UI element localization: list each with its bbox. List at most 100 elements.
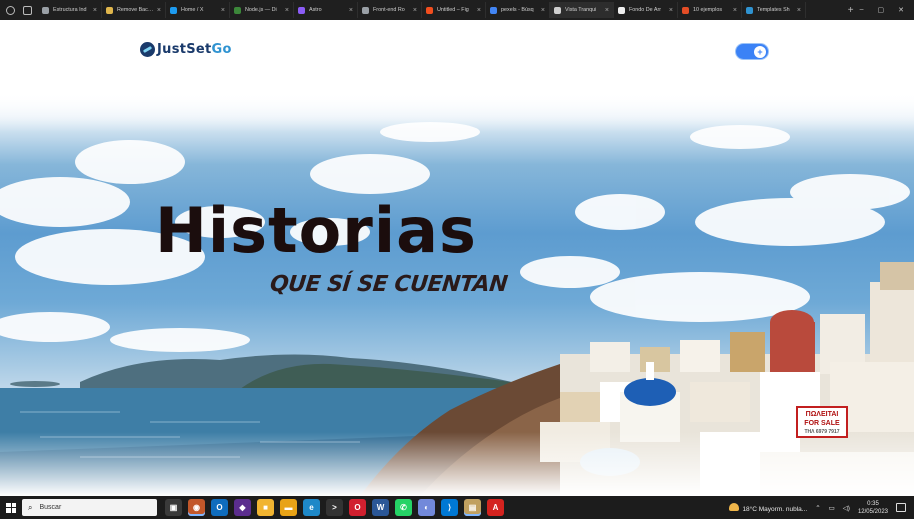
tab-favicon-icon bbox=[746, 6, 753, 14]
tab-label: Astro bbox=[309, 7, 322, 13]
window-controls: – ▢ ✕ bbox=[860, 6, 914, 14]
tab-label: Node.js — Di bbox=[245, 7, 277, 13]
browser-tab[interactable]: Home / X × bbox=[166, 2, 230, 18]
tab-label: Untitled – Fig bbox=[437, 7, 469, 13]
tab-close-icon[interactable]: × bbox=[349, 7, 353, 14]
site-logo[interactable]: JustSetGo bbox=[140, 42, 232, 57]
logo-text: JustSetGo bbox=[157, 42, 232, 57]
tab-close-icon[interactable]: × bbox=[221, 7, 225, 14]
browser-tab[interactable]: Vista Tranqui × bbox=[550, 2, 614, 18]
tab-label: Front-end Ro bbox=[373, 7, 405, 13]
tab-favicon-icon bbox=[682, 6, 689, 14]
tab-close-icon[interactable]: × bbox=[669, 7, 673, 14]
search-icon: ⌕ bbox=[28, 502, 33, 512]
browser-tab[interactable]: Templates Sh × bbox=[742, 2, 806, 18]
photos-app-icon[interactable]: ◉ bbox=[188, 499, 205, 516]
tab-close-icon[interactable]: × bbox=[93, 7, 97, 14]
tab-label: Vista Tranqui bbox=[565, 7, 597, 13]
tab-close-icon[interactable]: × bbox=[541, 7, 545, 14]
tab-close-icon[interactable]: × bbox=[605, 7, 609, 14]
browser-tab[interactable]: Node.js — Di × bbox=[230, 2, 294, 18]
web-page: JustSetGo + Historias QUE SÍ SE CUENTAN … bbox=[0, 20, 914, 496]
explorer-app-icon[interactable]: ▬ bbox=[280, 499, 297, 516]
network-icon[interactable]: ▭ bbox=[829, 504, 835, 512]
volume-icon[interactable]: ◁) bbox=[843, 504, 850, 512]
browser-tab[interactable]: pexels - Búsq × bbox=[486, 2, 550, 18]
browser-tab[interactable]: Astro × bbox=[294, 2, 358, 18]
tray-chevron-icon[interactable]: ⌃ bbox=[815, 504, 820, 512]
browser-tab[interactable]: Fondo De Arr × bbox=[614, 2, 678, 18]
theme-toggle[interactable]: + bbox=[735, 43, 769, 60]
tab-label: Remove Backgr bbox=[117, 7, 155, 13]
logo-text-part2: Go bbox=[211, 42, 232, 57]
tab-close-icon[interactable]: × bbox=[733, 7, 737, 14]
new-tab-button[interactable]: + bbox=[842, 5, 860, 16]
system-tray: 18°C Mayorm. nubla... ⌃ ▭ ◁) 0:35 12/05/… bbox=[729, 500, 914, 516]
windows-taskbar: ⌕ Buscar ▣ ◉ O ◆ ■ ▬ e > O W ✆ ◐ ⟩ ▤ A 18°C Mayorm. nu… bbox=[0, 496, 914, 519]
tab-favicon-icon bbox=[426, 6, 433, 14]
acrobat-app-icon[interactable]: A bbox=[487, 499, 504, 516]
outlook-app-icon[interactable]: O bbox=[211, 499, 228, 516]
maximize-button[interactable]: ▢ bbox=[878, 6, 885, 14]
tab-label: pexels - Búsq bbox=[501, 7, 534, 13]
tab-favicon-icon bbox=[298, 6, 305, 14]
opera-app-icon[interactable]: O bbox=[349, 499, 366, 516]
taskbar-apps: ▣ ◉ O ◆ ■ ▬ e > O W ✆ ◐ ⟩ ▤ A bbox=[165, 499, 504, 516]
tab-close-icon[interactable]: × bbox=[477, 7, 481, 14]
browser-tab[interactable]: Estructura Ind × bbox=[38, 2, 102, 18]
notifications-icon[interactable] bbox=[896, 503, 906, 512]
for-sale-sign: ΠΩΛΕΙΤΑΙ FOR SALE ΤΗΛ 6979 7917 bbox=[796, 406, 848, 438]
browser-tab[interactable]: Untitled – Fig × bbox=[422, 2, 486, 18]
logo-text-part1: JustSet bbox=[157, 42, 212, 57]
tab-close-icon[interactable]: × bbox=[797, 7, 801, 14]
browser-tab[interactable]: 10 ejemplos × bbox=[678, 2, 742, 18]
tab-favicon-icon bbox=[618, 6, 625, 14]
minimize-button[interactable]: – bbox=[860, 6, 864, 14]
tab-favicon-icon bbox=[106, 6, 113, 14]
browser-tab[interactable]: Remove Backgr × bbox=[102, 2, 166, 18]
hero-title: Historias bbox=[155, 194, 477, 267]
app-purple-app-icon[interactable]: ◆ bbox=[234, 499, 251, 516]
weather-widget[interactable]: 18°C Mayorm. nubla... bbox=[729, 502, 808, 513]
edge-app-icon[interactable]: e bbox=[303, 499, 320, 516]
whatsapp-app-icon[interactable]: ✆ bbox=[395, 499, 412, 516]
store-app-icon[interactable]: ■ bbox=[257, 499, 274, 516]
word-app-icon[interactable]: W bbox=[372, 499, 389, 516]
tab-favicon-icon bbox=[490, 6, 497, 14]
tab-favicon-icon bbox=[362, 6, 369, 14]
tab-close-icon[interactable]: × bbox=[413, 7, 417, 14]
tab-favicon-icon bbox=[234, 6, 241, 14]
weather-text: 18°C Mayorm. nubla... bbox=[742, 505, 808, 513]
browser-left-controls bbox=[0, 5, 38, 15]
profile-icon[interactable] bbox=[6, 5, 15, 15]
hero-subtitle: QUE SÍ SE CUENTAN bbox=[268, 272, 509, 297]
taskbar-search[interactable]: ⌕ Buscar bbox=[22, 499, 157, 516]
tab-label: Fondo De Arr bbox=[629, 7, 662, 13]
start-button[interactable] bbox=[0, 496, 22, 519]
discord-app-icon[interactable]: ◐ bbox=[418, 499, 435, 516]
close-window-button[interactable]: ✕ bbox=[898, 6, 904, 14]
sign-line-greek: ΠΩΛΕΙΤΑΙ bbox=[805, 411, 839, 418]
toggle-plus-icon: + bbox=[754, 46, 766, 58]
clock[interactable]: 0:35 12/05/2023 bbox=[858, 500, 888, 516]
windows-logo-icon bbox=[6, 502, 16, 513]
weather-cloud-icon bbox=[729, 502, 740, 511]
terminal-app-icon[interactable]: > bbox=[326, 499, 343, 516]
tab-label: Home / X bbox=[181, 7, 204, 13]
tab-close-icon[interactable]: × bbox=[285, 7, 289, 14]
tab-favicon-icon bbox=[42, 6, 49, 14]
browser-tab[interactable]: Front-end Ro × bbox=[358, 2, 422, 18]
notes-app-icon[interactable]: ▤ bbox=[464, 499, 481, 516]
tab-favicon-icon bbox=[554, 6, 561, 14]
task-view-app-icon[interactable]: ▣ bbox=[165, 499, 182, 516]
clock-time: 0:35 bbox=[867, 500, 879, 507]
vscode-app-icon[interactable]: ⟩ bbox=[441, 499, 458, 516]
sign-line-english: FOR SALE bbox=[804, 420, 840, 427]
tab-favicon-icon bbox=[170, 6, 177, 14]
sign-line-phone: ΤΗΛ 6979 7917 bbox=[804, 429, 840, 435]
tab-close-icon[interactable]: × bbox=[157, 7, 161, 14]
workspaces-icon[interactable] bbox=[23, 5, 32, 15]
browser-tab-strip: Estructura Ind × Remove Backgr × Home / X × No… bbox=[0, 0, 914, 20]
tab-label: Templates Sh bbox=[757, 7, 790, 13]
tab-list: Estructura Ind × Remove Backgr × Home / X × No… bbox=[38, 0, 842, 20]
